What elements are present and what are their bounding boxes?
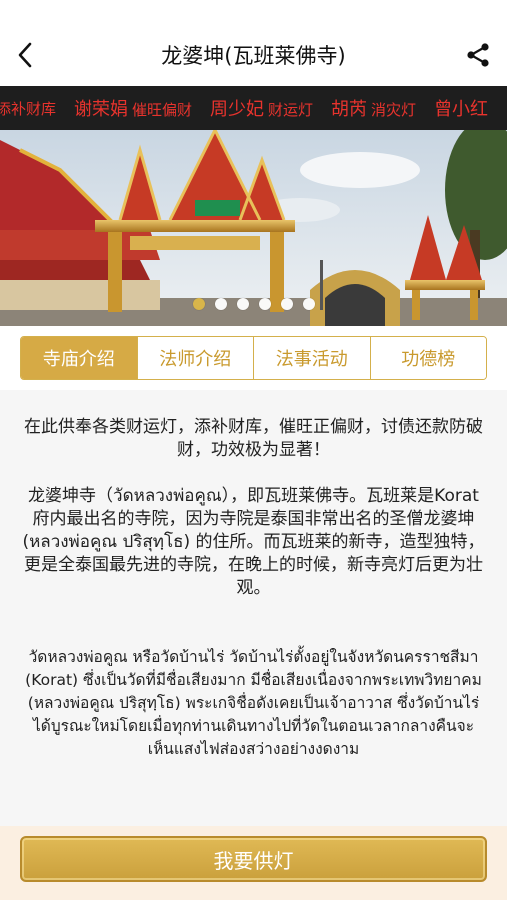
ticker-lamp-type: 催旺偏财 [132,101,193,119]
back-button[interactable] [10,38,40,72]
page-title: 龙婆坤(瓦班莱佛寺) [161,44,346,68]
ticker-item: 谢荣娟 催旺偏财 [74,95,192,121]
ticker-lamp-type: 财运灯 [268,101,314,119]
share-icon [467,43,489,67]
temple-photo [0,130,507,326]
ticker-item: 周少妃 财运灯 [210,95,313,121]
ticker-lamp-type: 消灾灯 [371,101,417,119]
ticker-item: 胡芮 消灾灯 [331,95,416,121]
carousel-dot[interactable] [192,298,205,310]
ticker-donor-name: 胡芮 [331,99,368,120]
ticker-donor-name: 周少妃 [210,99,265,120]
offering-ticker: 添补财库 谢荣娟 催旺偏财 周少妃 财运灯 胡芮 消灾灯 曾小红 [0,86,507,130]
ticker-item: 曾小红 [434,95,492,121]
tab-master-intro[interactable]: 法师介绍 [137,337,254,379]
tab-temple-intro[interactable]: 寺庙介绍 [21,337,138,379]
back-arrow-icon [18,42,32,68]
section-tabs: 寺庙介绍 法师介绍 法事活动 功德榜 [20,336,487,380]
ticker-track: 添补财库 谢荣娟 催旺偏财 周少妃 财运灯 胡芮 消灾灯 曾小红 [0,86,507,130]
carousel-dot[interactable] [258,298,271,310]
carousel-dot[interactable] [236,298,249,310]
footer-bar: 我要供灯 [0,826,507,900]
offer-lamp-button[interactable]: 我要供灯 [20,836,487,882]
carousel-dot[interactable] [280,298,293,310]
ticker-donor-name: 谢荣娟 [74,99,129,120]
ticker-item: 添补财库 [0,98,56,119]
tab-merit-board[interactable]: 功德榜 [370,337,486,379]
ticker-lamp-type: 添补财库 [0,99,57,118]
thai-description-paragraph: วัดหลวงพ่อคูณ หรือวัดบ้านไร่ วัดบ้านไร่ต… [25,648,482,758]
intro-paragraph: 在此供奉各类财运灯，添补财库，催旺正偏财，讨债还款防破财，功效极为显著！ [24,417,483,460]
description-paragraph: 龙婆坤寺（วัดหลวงพ่อคูณ），即瓦班莱佛寺。瓦班莱是Korat府内最出… [22,486,485,598]
share-button[interactable] [463,40,493,70]
carousel-dot[interactable] [302,298,315,310]
temple-banner-carousel[interactable] [0,130,507,326]
top-bar: 龙婆坤(瓦班莱佛寺) [0,0,507,86]
carousel-indicators [0,298,507,310]
tab-ceremonies[interactable]: 法事活动 [254,337,371,379]
temple-intro-content: 在此供奉各类财运灯，添补财库，催旺正偏财，讨债还款防破财，功效极为显著！ 龙婆坤… [0,390,507,826]
ticker-donor-name: 曾小红 [434,99,489,120]
carousel-dot[interactable] [214,298,227,310]
